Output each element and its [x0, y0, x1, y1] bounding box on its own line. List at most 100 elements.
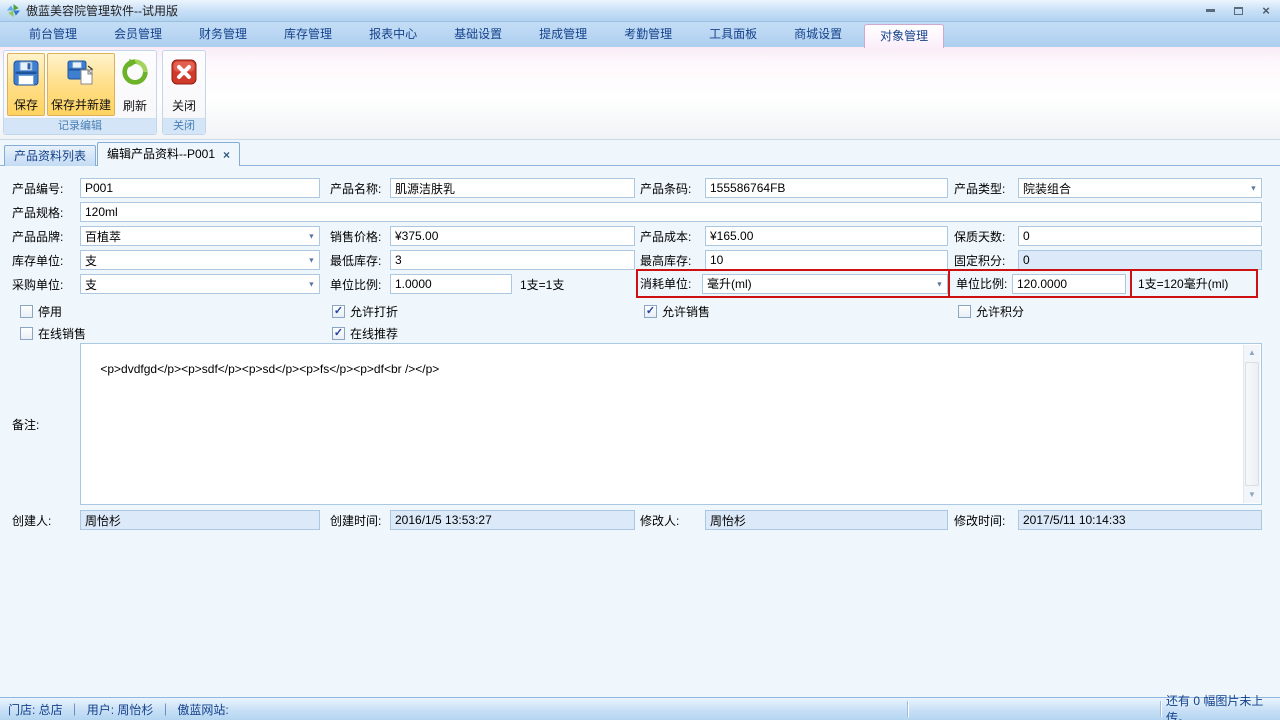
consume-unit-label: 消耗单位:	[640, 275, 702, 292]
shelf-days-label: 保质天数:	[954, 228, 1018, 245]
status-upload-info: 还有 0 幅图片未上传。	[1166, 692, 1280, 720]
checkbox-icon[interactable]: ✓	[958, 305, 971, 318]
min-stock-input[interactable]	[390, 250, 635, 270]
purchase-unit-value[interactable]	[80, 274, 320, 294]
product-name-input[interactable]	[390, 178, 635, 198]
checkbox-icon[interactable]: ✓	[644, 305, 657, 318]
red-divider	[1130, 271, 1132, 296]
status-panel-divider	[907, 701, 908, 717]
red-divider	[948, 271, 950, 296]
ribbon-tab-bar: 前台管理 会员管理 财务管理 库存管理 报表中心 基础设置 提成管理 考勤管理 …	[0, 22, 1280, 47]
stock-unit-value[interactable]	[80, 250, 320, 270]
sale-price-input[interactable]	[390, 226, 635, 246]
save-icon	[11, 58, 41, 88]
save-button[interactable]: 保存	[7, 53, 45, 116]
allow-sale-checkbox[interactable]: ✓ 允许销售	[644, 304, 710, 319]
save-button-label: 保存	[14, 96, 38, 113]
ribbon-group-close: 关闭 关闭	[162, 50, 206, 135]
checkbox-icon[interactable]: ✓	[332, 327, 345, 340]
menu-tab-member[interactable]: 会员管理	[99, 22, 177, 47]
menu-tab-commission[interactable]: 提成管理	[524, 22, 602, 47]
ribbon-group-caption-record-edit: 记录编辑	[4, 118, 156, 134]
allow-discount-checkbox-label: 允许打折	[350, 303, 398, 320]
checkbox-icon[interactable]: ✓	[20, 305, 33, 318]
menu-tab-finance[interactable]: 财务管理	[184, 22, 262, 47]
brand-select[interactable]: ▼	[80, 226, 320, 246]
status-user: 用户: 周怡杉	[87, 701, 154, 718]
stock-unit-select[interactable]: ▼	[80, 250, 320, 270]
unit-ratio-input[interactable]	[390, 274, 512, 294]
consume-unit-select[interactable]: ▼	[702, 274, 948, 294]
menu-tab-mall[interactable]: 商城设置	[779, 22, 857, 47]
menu-tab-basic-settings[interactable]: 基础设置	[439, 22, 517, 47]
annotation-red-box: 消耗单位: ▼ 单位比例: 1支=120毫升(ml)	[636, 269, 1258, 298]
shelf-days-input[interactable]	[1018, 226, 1262, 246]
close-tab-button[interactable]: 关闭	[166, 53, 202, 116]
remark-scrollbar[interactable]: ▲ ▼	[1243, 345, 1260, 503]
chevron-down-icon[interactable]: ▼	[308, 255, 315, 265]
refresh-button[interactable]: 刷新	[117, 53, 153, 116]
product-code-label: 产品编号:	[12, 180, 80, 197]
online-recommend-checkbox[interactable]: ✓ 在线推荐	[332, 326, 398, 341]
tab-edit-product-label: 编辑产品资料--P001	[107, 143, 215, 166]
chevron-down-icon[interactable]: ▼	[308, 279, 315, 289]
tab-edit-product[interactable]: 编辑产品资料--P001 ×	[97, 142, 240, 166]
unit-ratio-label: 单位比例:	[330, 276, 390, 293]
remark-label: 备注:	[12, 416, 80, 433]
minimize-button[interactable]	[1202, 4, 1218, 18]
checkbox-icon[interactable]: ✓	[332, 305, 345, 318]
status-bar: 门店: 总店 ｜ 用户: 周怡杉 ｜ 傲蓝网站: 还有 0 幅图片未上传。	[0, 697, 1280, 720]
creator-field	[80, 510, 320, 530]
ribbon-group-record-edit: 保存 保存并新建	[3, 50, 157, 135]
checkbox-icon[interactable]: ✓	[20, 327, 33, 340]
cost-input[interactable]	[705, 226, 948, 246]
remark-textarea[interactable]: <p>dvdfgd</p><p>sdf</p><p>sd</p><p>fs</p…	[80, 343, 1262, 505]
consume-ratio-input[interactable]	[1012, 274, 1126, 294]
menu-tab-tools[interactable]: 工具面板	[694, 22, 772, 47]
menu-tab-front-desk[interactable]: 前台管理	[14, 22, 92, 47]
menu-tab-object-management[interactable]: 对象管理	[864, 24, 944, 48]
consume-unit-value[interactable]	[702, 274, 948, 294]
allow-points-checkbox[interactable]: ✓ 允许积分	[958, 304, 1024, 319]
product-code-input[interactable]	[80, 178, 320, 198]
barcode-input[interactable]	[705, 178, 948, 198]
spec-input[interactable]	[80, 202, 1262, 222]
chevron-down-icon[interactable]: ▼	[1250, 183, 1257, 193]
fixed-points-label: 固定积分:	[954, 252, 1018, 269]
window-close-button[interactable]: ×	[1258, 4, 1274, 18]
maximize-icon	[1234, 7, 1243, 15]
allow-points-checkbox-label: 允许积分	[976, 303, 1024, 320]
status-panel-divider	[1160, 701, 1161, 717]
product-type-value[interactable]	[1018, 178, 1262, 198]
scroll-down-icon[interactable]: ▼	[1244, 487, 1260, 503]
product-type-select[interactable]: ▼	[1018, 178, 1262, 198]
purchase-unit-select[interactable]: ▼	[80, 274, 320, 294]
barcode-label: 产品条码:	[640, 180, 705, 197]
chevron-down-icon[interactable]: ▼	[936, 279, 943, 289]
disabled-checkbox[interactable]: ✓ 停用	[20, 304, 62, 319]
sale-price-label: 销售价格:	[330, 228, 390, 245]
refresh-button-label: 刷新	[123, 97, 147, 114]
brand-value[interactable]	[80, 226, 320, 246]
refresh-icon	[120, 57, 150, 87]
status-separator: ｜	[69, 701, 81, 718]
scrollbar-thumb[interactable]	[1245, 362, 1259, 486]
brand-label: 产品品牌:	[12, 228, 80, 245]
close-icon	[169, 57, 199, 87]
chevron-down-icon[interactable]: ▼	[308, 231, 315, 241]
create-time-field	[390, 510, 635, 530]
menu-tab-inventory[interactable]: 库存管理	[269, 22, 347, 47]
menu-tab-reports[interactable]: 报表中心	[354, 22, 432, 47]
tab-product-list[interactable]: 产品资料列表	[4, 145, 96, 166]
allow-discount-checkbox[interactable]: ✓ 允许打折	[332, 304, 398, 319]
window-title: 傲蓝美容院管理软件--试用版	[26, 2, 178, 19]
close-button-label: 关闭	[172, 97, 196, 114]
scroll-up-icon[interactable]: ▲	[1244, 345, 1260, 361]
save-and-new-button[interactable]: 保存并新建	[47, 53, 115, 116]
ribbon: 保存 保存并新建	[0, 47, 1280, 140]
maximize-button[interactable]	[1230, 4, 1246, 18]
tab-close-icon[interactable]: ×	[223, 149, 230, 161]
max-stock-input[interactable]	[705, 250, 948, 270]
menu-tab-attendance[interactable]: 考勤管理	[609, 22, 687, 47]
online-sale-checkbox[interactable]: ✓ 在线销售	[20, 326, 86, 341]
